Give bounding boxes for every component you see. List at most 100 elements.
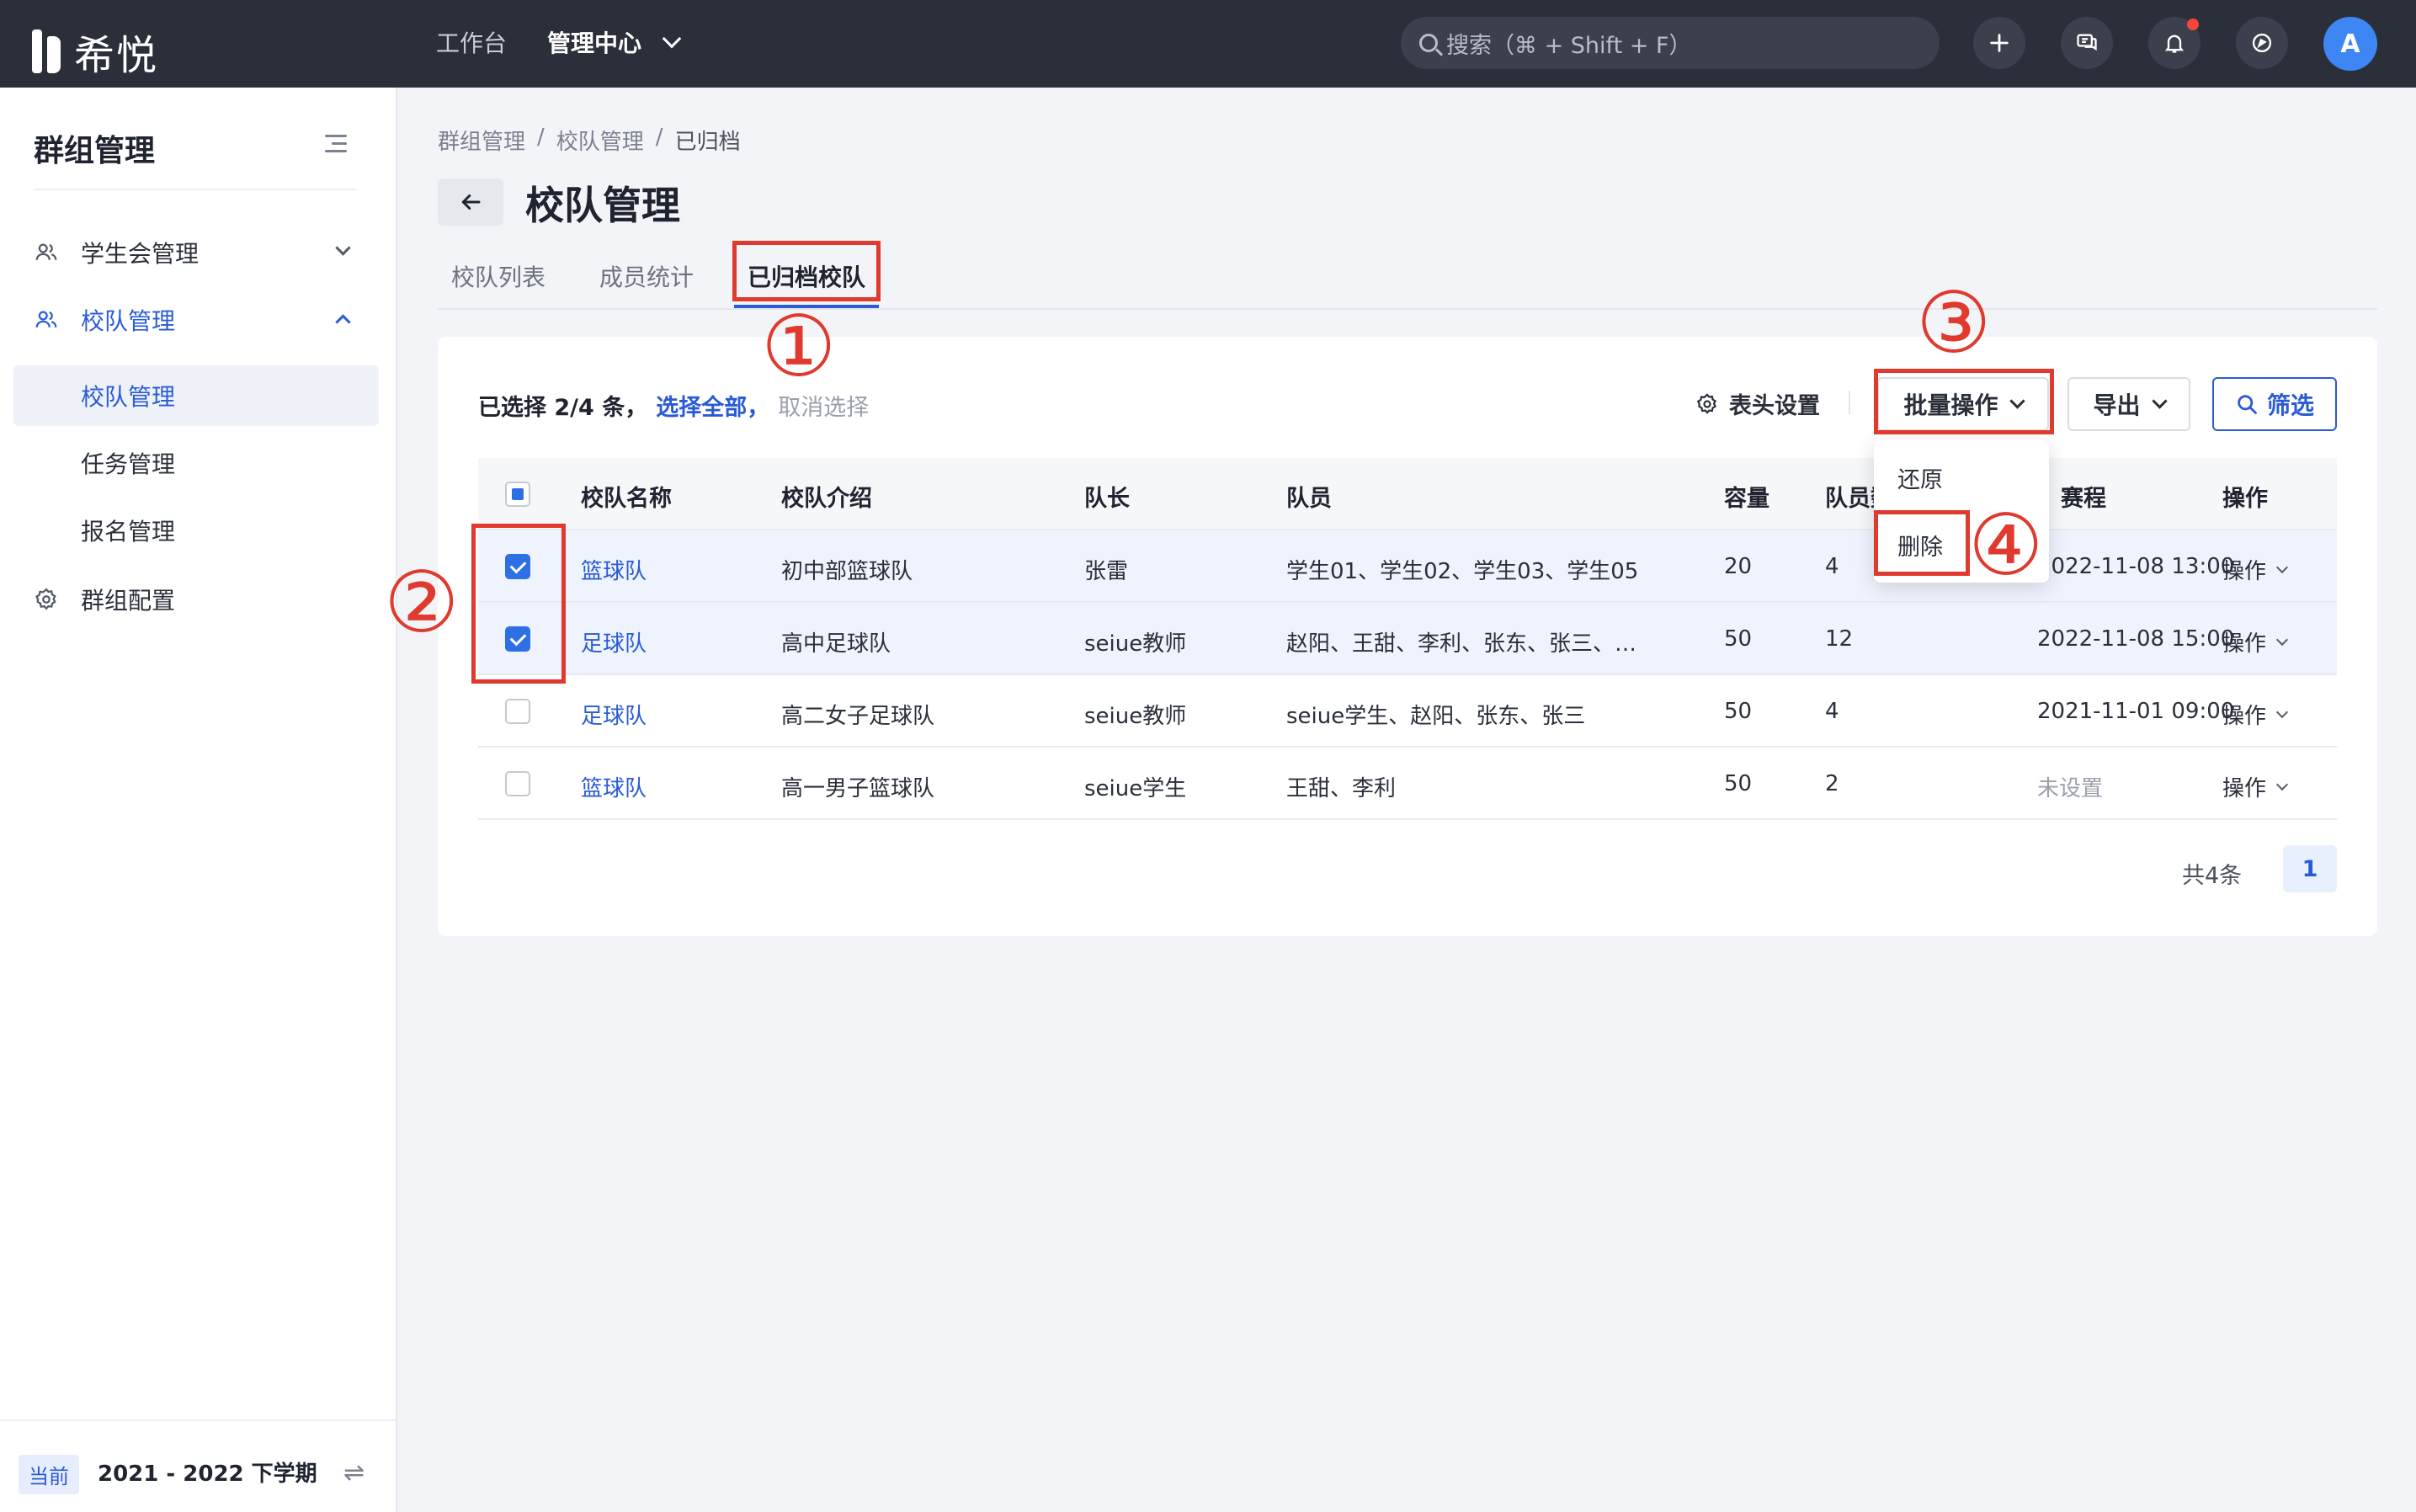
annotation-marker-3: ③ [1916, 274, 1992, 372]
team-capacity: 50 [1724, 699, 1753, 724]
team-name-link[interactable]: 篮球队 [581, 554, 647, 585]
annotation-box-checkboxes [471, 524, 566, 684]
breadcrumb-separator: / [655, 125, 663, 150]
tab-bar: 校队列表 成员统计 已归档校队 [438, 249, 2377, 310]
menu-item-restore[interactable]: 还原 [1897, 461, 1943, 494]
annotation-marker-1: ① [761, 297, 837, 396]
team-schedule: 2021-11-01 09:00 [2037, 699, 2235, 724]
team-name-link[interactable]: 篮球队 [581, 771, 647, 802]
users-icon [34, 240, 59, 265]
row-actions-label: 操作 [2222, 631, 2267, 657]
team-members: 学生01、学生02、学生03、学生05 [1286, 559, 1639, 584]
nav-admin-center[interactable]: 管理中心 [547, 25, 641, 59]
column-header: 操作 [2222, 486, 2268, 512]
table-row[interactable]: 篮球队 初中部篮球队 张雷 学生01、学生02、学生03、学生05 20 4 2… [478, 530, 2337, 603]
team-intro: 高二女子足球队 [781, 704, 935, 729]
sidebar: 群组管理 学生会管理 校队管理 校队管理 任务管理 报名管理 群组配置 当前 2… [0, 88, 397, 1512]
filter-button[interactable]: 筛选 [2212, 377, 2337, 431]
arrow-left-icon [461, 194, 481, 210]
team-captain: seiue教师 [1084, 631, 1187, 657]
select-all-link[interactable]: 选择全部， [656, 389, 769, 422]
team-member-count: 4 [1825, 554, 1839, 579]
search-placeholder: 搜索（⌘ + Shift + F） [1446, 32, 1692, 59]
column-header[interactable]: 队长 [1084, 480, 1130, 513]
breadcrumb-separator: / [537, 125, 545, 150]
breadcrumb-item[interactable]: 校队管理 [556, 125, 644, 156]
row-actions-label: 操作 [2222, 704, 2267, 729]
nav-workbench[interactable]: 工作台 [436, 25, 507, 59]
team-capacity: 50 [1724, 626, 1753, 652]
header-settings-label: 表头设置 [1729, 393, 1820, 419]
chat-icon[interactable] [2061, 17, 2113, 69]
table-card: 已选择 2/4 条， 选择全部， 取消选择 表头设置 批量操作 导出 筛选 校队… [438, 337, 2377, 936]
team-capacity: 50 [1724, 771, 1753, 796]
compass-icon[interactable] [2236, 17, 2288, 69]
row-actions-label: 操作 [2222, 776, 2267, 801]
team-members: 赵阳、王甜、李利、张东、张三、… [1286, 631, 1637, 657]
breadcrumb-item[interactable]: 群组管理 [438, 125, 525, 156]
select-all-checkbox[interactable] [505, 482, 530, 507]
chevron-down-icon [2275, 778, 2289, 791]
team-name-link[interactable]: 足球队 [581, 699, 647, 730]
column-header[interactable]: 队员 [1286, 480, 1332, 513]
sidebar-subitem-task-management[interactable]: 任务管理 [13, 433, 379, 493]
bell-icon[interactable] [2148, 17, 2200, 69]
column-header[interactable]: 校队名称 [581, 480, 672, 513]
annotation-marker-2: ② [384, 553, 460, 652]
sidebar-item-student-union[interactable]: 学生会管理 [13, 222, 379, 283]
plus-icon[interactable] [1973, 17, 2025, 69]
chevron-down-icon [335, 240, 351, 256]
header-settings-button[interactable]: 表头设置 [1695, 387, 1820, 420]
row-actions-dropdown[interactable]: 操作 [2222, 699, 2289, 730]
team-member-count: 12 [1825, 626, 1854, 652]
search-icon [1419, 34, 1438, 52]
back-button[interactable] [438, 178, 503, 226]
column-header[interactable]: 赛程 [2061, 480, 2106, 513]
row-actions-dropdown[interactable]: 操作 [2222, 554, 2289, 585]
tab-team-list[interactable]: 校队列表 [451, 259, 545, 293]
chevron-down-icon [2151, 392, 2168, 409]
notification-dot [2187, 19, 2199, 30]
avatar[interactable]: A [2323, 17, 2377, 71]
row-actions-dropdown[interactable]: 操作 [2222, 626, 2289, 658]
export-button[interactable]: 导出 [2067, 377, 2190, 431]
team-captain: seiue教师 [1084, 704, 1187, 729]
swap-icon[interactable]: ⇌ [343, 1458, 365, 1488]
column-header[interactable]: 校队介绍 [781, 480, 872, 513]
team-intro: 高一男子篮球队 [781, 776, 935, 801]
team-schedule: 未设置 [2037, 776, 2104, 801]
term-switcher[interactable]: 当前 2021 - 2022 下学期 ⇌ [0, 1419, 396, 1512]
chevron-down-icon[interactable] [662, 29, 682, 49]
collapse-menu-icon[interactable] [325, 135, 347, 153]
sidebar-subitem-signup-management[interactable]: 报名管理 [13, 500, 379, 561]
chevron-down-icon [2275, 561, 2289, 573]
sidebar-title: 群组管理 [34, 134, 156, 168]
tab-member-stats[interactable]: 成员统计 [599, 259, 694, 293]
pagination-page[interactable]: 1 [2283, 845, 2337, 892]
team-member-count: 4 [1825, 699, 1839, 724]
users-icon [34, 307, 59, 333]
search-input[interactable]: 搜索（⌘ + Shift + F） [1401, 17, 1940, 69]
annotation-box-tab [732, 241, 881, 301]
sidebar-item-group-config[interactable]: 群组配置 [13, 569, 379, 630]
team-schedule: 2022-11-08 13:00 [2037, 554, 2235, 579]
team-members: seiue学生、赵阳、张东、张三 [1286, 704, 1586, 729]
brand-logo[interactable]: 希悦 [32, 22, 158, 81]
team-schedule: 2022-11-08 15:00 [2037, 626, 2235, 652]
current-term-tag: 当前 [19, 1455, 79, 1494]
table-row[interactable]: 篮球队 高一男子篮球队 seiue学生 王甜、李利 50 2 未设置 操作 [478, 748, 2337, 820]
row-checkbox[interactable] [505, 699, 530, 724]
gear-icon [34, 587, 59, 612]
table-row[interactable]: 足球队 高中足球队 seiue教师 赵阳、王甜、李利、张东、张三、… 50 12… [478, 603, 2337, 675]
table-row[interactable]: 足球队 高二女子足球队 seiue教师 seiue学生、赵阳、张东、张三 50 … [478, 675, 2337, 748]
sidebar-subitem-team-management[interactable]: 校队管理 [13, 365, 379, 426]
team-captain: seiue学生 [1084, 776, 1187, 801]
sidebar-item-team-management[interactable]: 校队管理 [13, 290, 379, 350]
team-captain: 张雷 [1084, 559, 1129, 584]
current-term: 2021 - 2022 下学期 [98, 1461, 317, 1487]
row-actions-dropdown[interactable]: 操作 [2222, 771, 2289, 802]
column-header[interactable]: 容量 [1724, 480, 1769, 513]
row-checkbox[interactable] [505, 771, 530, 796]
team-name-link[interactable]: 足球队 [581, 626, 647, 658]
brand-name: 希悦 [74, 32, 159, 79]
